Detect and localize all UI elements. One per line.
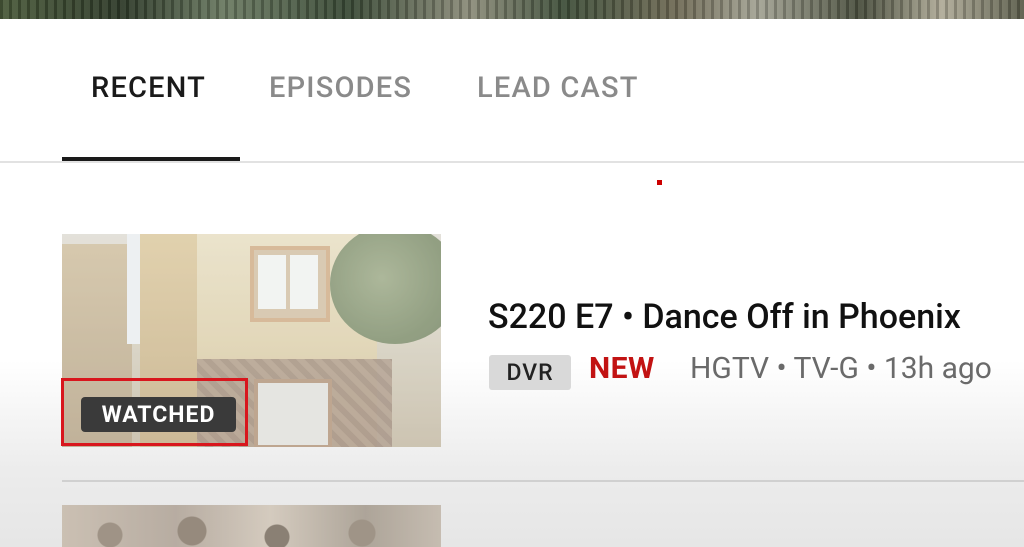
dvr-badge: DVR xyxy=(489,355,571,390)
tab-episodes[interactable]: EPISODES xyxy=(269,71,412,105)
tab-recent[interactable]: RECENT xyxy=(91,71,206,105)
next-episode-thumbnail[interactable] xyxy=(62,505,441,547)
tab-bar: RECENT EPISODES LEAD CAST xyxy=(0,19,1024,162)
episode-title[interactable]: S220 E7 • Dance Off in Phoenix xyxy=(488,297,961,337)
new-label: NEW xyxy=(589,351,655,386)
tab-divider xyxy=(0,161,1024,163)
highlight-box xyxy=(61,378,248,446)
episode-meta-text: HGTV • TV-G • 13h ago xyxy=(690,351,992,386)
show-details-page: RECENT EPISODES LEAD CAST WATCHED S220 E… xyxy=(0,0,1024,547)
row-divider xyxy=(62,480,1024,482)
red-dot-marker xyxy=(657,180,662,185)
tab-lead-cast[interactable]: LEAD CAST xyxy=(477,71,639,105)
hero-image xyxy=(0,0,1024,19)
